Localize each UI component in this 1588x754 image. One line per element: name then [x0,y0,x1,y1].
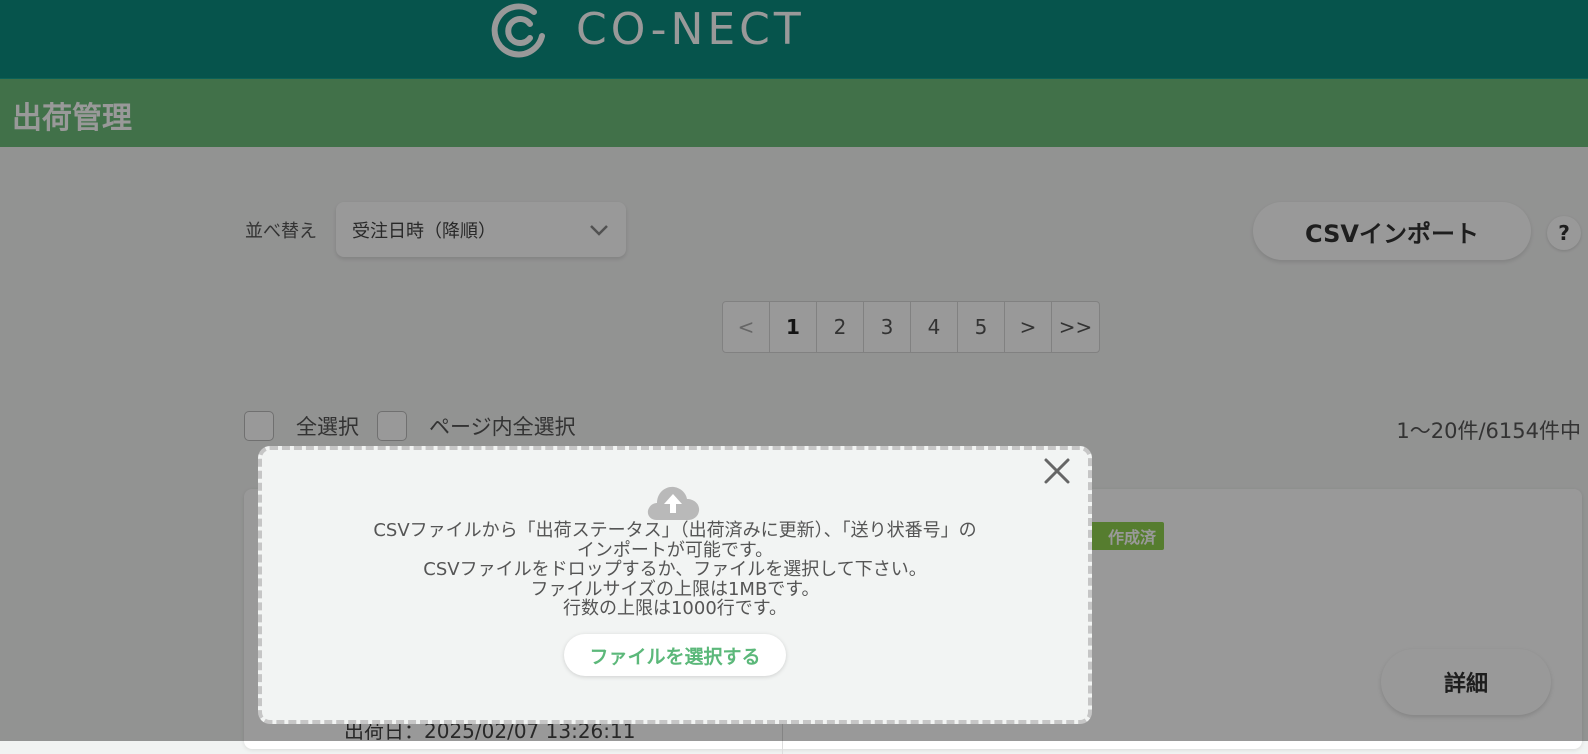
csv-import-modal[interactable]: CSVファイルから「出荷ステータス」（出荷済みに更新）、「送り状番号」の インポ… [258,446,1092,724]
modal-line: ファイルサイズの上限は1MBです。 [530,578,820,600]
modal-line: インポートが可能です。 [576,539,774,561]
select-file-button[interactable]: ファイルを選択する [564,634,786,676]
close-icon[interactable] [1042,456,1072,486]
modal-line: 行数の上限は1000行です。 [562,598,787,619]
modal-line: CSVファイルから「出荷ステータス」（出荷済みに更新）、「送り状番号」の [373,520,977,541]
modal-line: CSVファイルをドロップするか、ファイルを選択して下さい。 [423,559,927,580]
modal-description: CSVファイルから「出荷ステータス」（出荷済みに更新）、「送り状番号」の インポ… [262,521,1088,619]
cloud-upload-icon [647,486,700,520]
